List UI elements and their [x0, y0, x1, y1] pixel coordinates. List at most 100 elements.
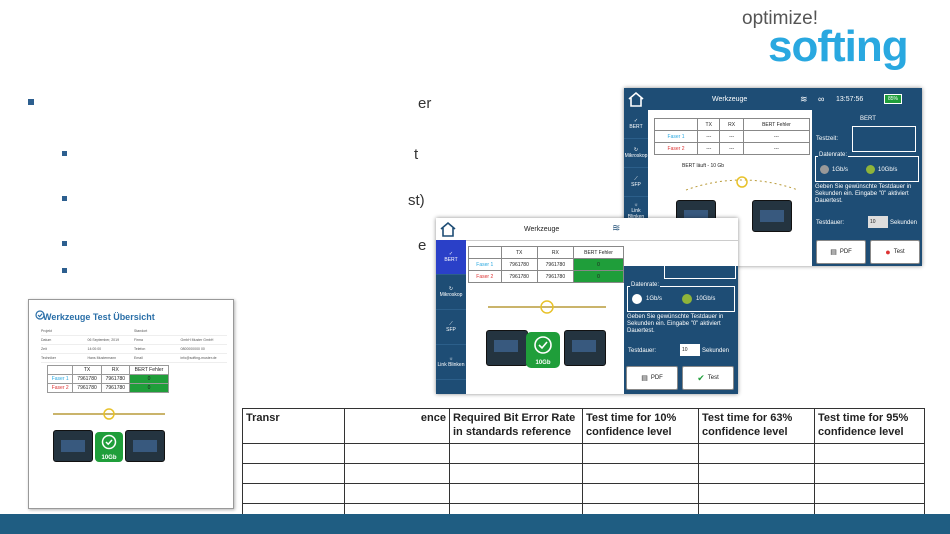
- rx-value: 7961780: [536, 258, 575, 271]
- info-cell: Datum: [41, 338, 52, 342]
- test-button[interactable]: ● Test: [870, 240, 920, 264]
- rate-10g-radio[interactable]: [682, 294, 692, 304]
- device-title: Werkzeuge: [524, 226, 560, 233]
- stop-icon: ●: [885, 247, 891, 257]
- device-sidebar: ✓ BERT ↻ Mikroskop ⟋ SFP ☼ Link Blinken: [436, 240, 466, 394]
- info-cell: 06 September, 2019: [87, 338, 120, 342]
- error-value: ---: [742, 142, 811, 155]
- testdauer-input[interactable]: 10: [868, 216, 888, 228]
- table-row: [242, 483, 925, 504]
- device-header: Werkzeuge ≋: [436, 218, 738, 241]
- info-cell: 0800000000 00: [180, 347, 205, 351]
- header-cell: TX: [697, 118, 721, 131]
- sidebar-label: BERT: [629, 124, 643, 130]
- button-label: Test: [707, 375, 719, 381]
- button-label: PDF: [650, 375, 663, 381]
- result-badge: 10Gb: [95, 432, 123, 462]
- device-title: Werkzeuge: [712, 96, 748, 103]
- fiber-link-line: [488, 300, 606, 314]
- speed-label: 10Gb: [535, 360, 551, 366]
- device-screen-front: Werkzeuge ≋ ✓ BERT ↻ Mikroskop ⟋ SFP ☼ Link …: [436, 218, 738, 394]
- result-badge: 10Gb: [526, 332, 560, 368]
- pdf-icon: ▤: [641, 375, 648, 382]
- sidebar-label: SFP: [631, 182, 641, 188]
- testdauer-input[interactable]: 10: [680, 344, 700, 356]
- standards-table: Transr ence Required Bit Error Rate in s…: [242, 408, 925, 524]
- tx-value: 7961780: [500, 258, 538, 271]
- slide-text-fragment: st): [408, 192, 425, 209]
- test-button[interactable]: ✔ Test: [682, 366, 734, 390]
- tx-value: ---: [697, 130, 721, 143]
- bert-settings-panel: BERT Testzeit: Datenrate: 1Gb/s 10Gb/s G…: [812, 110, 922, 266]
- table-row: Faser 2 --- --- ---: [653, 142, 811, 155]
- battery-indicator: 85%: [884, 94, 903, 104]
- testdauer-label: Testdauer:: [628, 348, 657, 354]
- testzeit-display: [852, 126, 916, 152]
- table-row: Faser 1 --- --- ---: [653, 130, 811, 143]
- header-cell: [653, 118, 699, 131]
- tester-unit: [486, 330, 528, 366]
- fiber-label: Faser 2: [468, 270, 502, 283]
- tester-unit: [752, 200, 792, 232]
- table-row: Faser 2 7961780 7961780 0: [468, 270, 624, 283]
- datenrate-label: Datenrate:: [630, 282, 661, 288]
- fiber-label: Faser 2: [46, 383, 74, 393]
- testdauer-label: Testdauer:: [816, 220, 845, 226]
- pdf-button[interactable]: ▤ PDF: [626, 366, 678, 390]
- footer-band: [0, 514, 950, 534]
- check-circle-icon: ✔: [697, 372, 705, 383]
- tx-value: 7961780: [72, 383, 102, 393]
- pdf-button[interactable]: ▤ PDF: [816, 240, 866, 264]
- info-cell: Techniker: [41, 356, 56, 360]
- sidebar-item-sfp[interactable]: ⟋ SFP: [436, 310, 466, 345]
- check-circle-icon: [101, 434, 117, 450]
- button-label: PDF: [839, 249, 852, 255]
- table-row: [242, 463, 925, 484]
- header-cell: TX: [72, 365, 102, 375]
- slide-text-fragment: er: [418, 95, 432, 112]
- sidebar-label: Link Blinken: [437, 362, 465, 368]
- sidebar-item-sfp[interactable]: ⟋ SFP: [624, 168, 648, 197]
- bert-status: BERT läuft - 10 Gb: [682, 163, 725, 169]
- sidebar-item-link-blinken[interactable]: ☼ Link Blinken: [436, 345, 466, 380]
- info-cell: 14:00:00: [87, 347, 102, 351]
- device-header: Werkzeuge ≋ ∞ 13:57:56 85%: [624, 88, 922, 110]
- sidebar-item-bert[interactable]: ✓ BERT: [436, 240, 466, 275]
- sidebar-label: BERT: [444, 257, 458, 263]
- sidebar-item-mikroskop[interactable]: ↻ Mikroskop: [436, 275, 466, 310]
- wifi-icon: ≋: [612, 223, 621, 234]
- bert-settings-panel: Datenrate: 1Gb/s 10Gb/s Geben Sie gewüns…: [624, 266, 738, 394]
- rate-1g-radio[interactable]: [632, 294, 642, 304]
- report-info: Projekt Standort Datum 06 September, 2019 F…: [41, 327, 227, 363]
- bullet: [62, 196, 67, 201]
- header-cell: TX: [500, 246, 538, 259]
- error-value: ---: [742, 130, 811, 143]
- fiber-label: Faser 1: [46, 374, 74, 384]
- bullet: [62, 268, 67, 273]
- rx-value: ---: [719, 142, 744, 155]
- home-icon[interactable]: [439, 221, 457, 237]
- table-row: [242, 443, 925, 464]
- button-label: Test: [893, 249, 905, 255]
- info-cell: Hans Mustermann: [87, 356, 117, 360]
- error-value: 0: [573, 270, 624, 283]
- clock: 13:57:56: [836, 96, 864, 103]
- sidebar-label: SFP: [446, 327, 456, 333]
- home-icon[interactable]: [627, 91, 645, 107]
- header-cell: [46, 365, 74, 375]
- link-icon: ∞: [818, 94, 825, 104]
- header-cell: RX: [100, 365, 130, 375]
- sidebar-item-bert[interactable]: ✓ BERT: [624, 110, 648, 139]
- check-circle-icon: [534, 336, 552, 354]
- fiber-label: Faser 1: [468, 258, 502, 271]
- testzeit-display: [664, 266, 736, 279]
- sidebar-item-mikroskop[interactable]: ↻ Mikroskop: [624, 139, 648, 168]
- info-cell: Zeit: [41, 347, 47, 351]
- rate-10g-radio[interactable]: [866, 165, 875, 174]
- test-report-document: Werkzeuge Test Übersicht Projekt Standort…: [28, 299, 234, 509]
- fiber-link-line: [685, 176, 799, 191]
- rate-1g-radio[interactable]: [820, 165, 829, 174]
- rate-1g-label: 1Gb/s: [646, 296, 663, 302]
- panel-title: BERT: [860, 116, 876, 122]
- rate-1g-label: 1Gb/s: [832, 167, 849, 173]
